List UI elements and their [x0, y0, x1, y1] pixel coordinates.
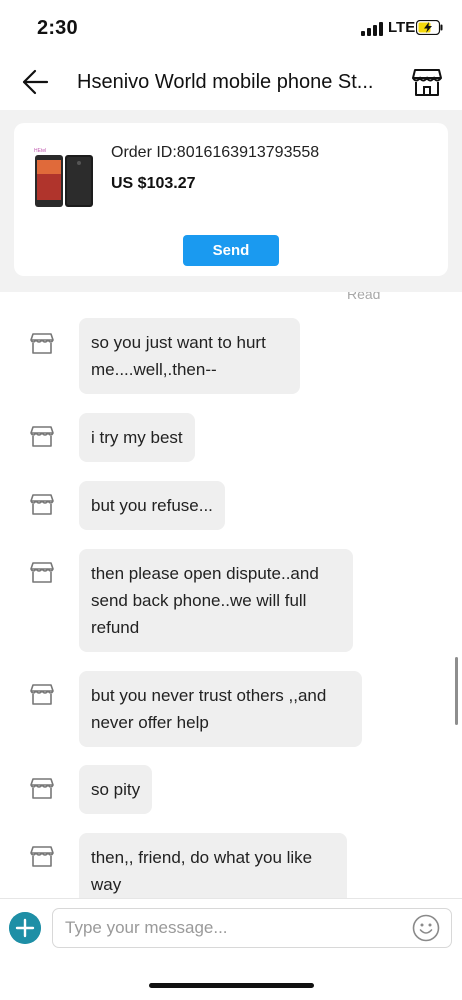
send-order-button[interactable]: Send: [183, 235, 279, 266]
signal-bars-icon: [361, 22, 383, 36]
svg-text:HEtel: HEtel: [34, 148, 46, 154]
network-label: LTE: [388, 19, 416, 36]
store-avatar-icon: [30, 494, 54, 515]
message-bubble: but you never trust others ,,and never o…: [79, 671, 362, 747]
read-receipt: Read: [347, 292, 381, 302]
plus-icon[interactable]: [9, 912, 41, 944]
store-avatar-icon: [30, 684, 54, 705]
order-id: Order ID:8016163913793558: [111, 144, 320, 161]
store-avatar-icon: [30, 846, 54, 867]
status-bar: 2:30 LTE: [0, 0, 462, 54]
store-name-title: Hsenivo World mobile phone St...: [77, 71, 374, 93]
store-avatar-icon: [30, 333, 54, 354]
chat-messages[interactable]: Read so you just want to hurt me....well…: [0, 292, 462, 898]
order-price: US $103.27: [111, 175, 196, 192]
smiley-icon[interactable]: [412, 914, 440, 942]
battery-charging-icon: [416, 20, 443, 35]
message-bubble: i try my best: [79, 413, 195, 462]
store-avatar-icon: [30, 778, 54, 799]
message-composer: [0, 898, 462, 960]
message-bubble: so pity: [79, 765, 153, 814]
chat-header: Hsenivo World mobile phone St...: [0, 54, 462, 110]
store-avatar-icon: [30, 426, 54, 447]
message-bubble: but you refuse...: [79, 481, 225, 530]
message-bubble: so you just want to hurt me....well,.the…: [79, 318, 300, 394]
order-card-area: HEtel Order ID:8016163913793558 US $103.…: [0, 110, 462, 292]
home-indicator[interactable]: [149, 983, 314, 988]
store-avatar-icon: [30, 562, 54, 583]
chat-scrollbar[interactable]: [455, 657, 458, 725]
order-card: HEtel Order ID:8016163913793558 US $103.…: [14, 123, 448, 276]
message-bubble: then,, friend, do what you like way: [79, 833, 347, 898]
status-time: 2:30: [37, 17, 78, 39]
message-input[interactable]: [52, 908, 452, 948]
back-arrow-icon[interactable]: [20, 68, 50, 96]
phone-product-image[interactable]: HEtel: [32, 145, 98, 211]
message-bubble: then please open dispute..and send back …: [79, 549, 353, 652]
store-icon[interactable]: [411, 67, 443, 97]
